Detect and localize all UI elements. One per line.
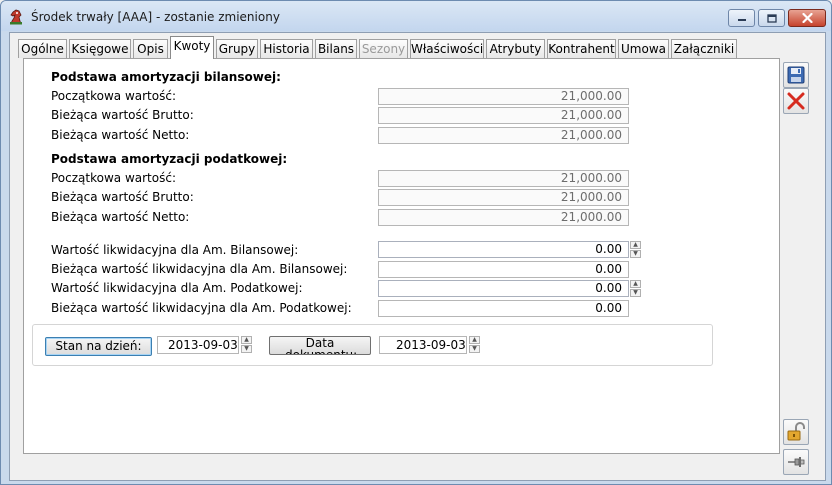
tab-label: Właściwości: [411, 42, 484, 56]
dokument-date-stepper[interactable]: ▲ ▼: [469, 336, 480, 353]
pin-icon: [788, 457, 805, 467]
minimize-button[interactable]: [728, 9, 755, 27]
likwidacyjna-podatkowa-stepper[interactable]: ▲ ▼: [630, 280, 641, 297]
spin-down-icon[interactable]: ▼: [630, 250, 641, 258]
tab-label: Księgowe: [71, 42, 129, 56]
tab-label: Opis: [137, 42, 164, 56]
tab-sezony: Sezony: [359, 39, 408, 58]
tab-label: Załączniki: [673, 42, 735, 56]
save-button[interactable]: [783, 62, 809, 88]
spin-up-icon[interactable]: ▲: [241, 336, 252, 344]
tab-label: Bilans: [317, 42, 355, 56]
likwidacyjna-podatkowa-input[interactable]: 0.00: [378, 280, 629, 297]
padlock-open-icon: [787, 422, 805, 441]
spin-down-icon[interactable]: ▼: [630, 289, 641, 297]
tab-wlasciwosci[interactable]: Właściwości: [410, 39, 484, 58]
tab-opis[interactable]: Opis: [133, 39, 168, 58]
date-group: Stan na dzień: 2013-09-03 ▲ ▼ Data dokum…: [32, 324, 713, 366]
bilansowa-brutto-field[interactable]: 21,000.00: [378, 107, 629, 124]
tab-label: Atrybuty: [489, 42, 542, 56]
field-label: Bieżąca wartość Netto:: [51, 210, 190, 224]
floppy-disk-icon: [787, 66, 805, 84]
close-icon: [789, 10, 825, 26]
section-heading-bilansowa: Podstawa amortyzacji bilansowej:: [51, 70, 281, 84]
field-label: Początkowa wartość:: [51, 171, 176, 185]
pin-button[interactable]: [783, 449, 809, 475]
maximize-button[interactable]: [758, 9, 785, 27]
podatkowa-netto-field[interactable]: 21,000.00: [378, 209, 629, 226]
cancel-button[interactable]: [783, 88, 809, 114]
podatkowa-brutto-field[interactable]: 21,000.00: [378, 189, 629, 206]
button-label: Stan na dzień:: [55, 339, 142, 353]
minimize-icon: [729, 10, 754, 26]
tab-kontrahent[interactable]: Kontrahent: [547, 39, 616, 58]
stan-na-dzien-button[interactable]: Stan na dzień:: [45, 337, 152, 356]
tab-label: Historia: [263, 42, 310, 56]
field-label: Bieżąca wartość likwidacyjna dla Am. Bil…: [51, 262, 348, 276]
field-label: Wartość likwidacyjna dla Am. Podatkowej:: [51, 281, 303, 295]
maximize-icon: [759, 10, 784, 26]
tab-zalaczniki[interactable]: Załączniki: [671, 39, 737, 58]
tab-atrybuty[interactable]: Atrybuty: [486, 39, 545, 58]
main-window: Środek trwały [AAA] - zostanie zmieniony…: [0, 0, 832, 485]
likwidacyjna-bilansowa-stepper[interactable]: ▲ ▼: [630, 241, 641, 258]
tab-label: Umowa: [621, 42, 666, 56]
tab-label: Ogólne: [21, 42, 64, 56]
tab-label: Kontrahent: [548, 42, 615, 56]
dokument-date-input[interactable]: 2013-09-03: [379, 336, 467, 354]
tab-label: Grupy: [218, 42, 256, 56]
likwidacyjna-bilansowa-input[interactable]: 0.00: [378, 241, 629, 258]
biezaca-likwidacyjna-podatkowa-field[interactable]: 0.00: [378, 300, 629, 317]
window-title: Środek trwały [AAA] - zostanie zmieniony: [31, 10, 280, 24]
field-label: Bieżąca wartość Brutto:: [51, 190, 194, 204]
tab-umowa[interactable]: Umowa: [618, 39, 669, 58]
client-area: Ogólne Księgowe Opis Kwoty Grupy Histori…: [9, 32, 826, 481]
spin-up-icon[interactable]: ▲: [469, 336, 480, 344]
button-label: Data dokumentu:: [285, 336, 358, 355]
tab-label: Kwoty: [173, 39, 211, 53]
red-x-icon: [787, 92, 805, 110]
field-label: Bieżąca wartość Brutto:: [51, 108, 194, 122]
bilansowa-poczatkowa-field[interactable]: 21,000.00: [378, 88, 629, 105]
stan-date-stepper[interactable]: ▲ ▼: [241, 336, 252, 353]
podatkowa-poczatkowa-field[interactable]: 21,000.00: [378, 170, 629, 187]
tab-ogolne[interactable]: Ogólne: [18, 39, 67, 58]
spin-up-icon[interactable]: ▲: [630, 241, 641, 249]
tab-label: Sezony: [361, 42, 406, 56]
field-label: Bieżąca wartość Netto:: [51, 128, 190, 142]
close-button[interactable]: [788, 9, 826, 27]
tab-historia[interactable]: Historia: [260, 39, 313, 58]
app-icon: [10, 9, 22, 25]
tab-grupy[interactable]: Grupy: [216, 39, 258, 58]
title-bar[interactable]: Środek trwały [AAA] - zostanie zmieniony: [1, 1, 831, 31]
lock-button[interactable]: [783, 419, 809, 445]
tab-kwoty[interactable]: Kwoty: [170, 36, 214, 59]
spin-down-icon[interactable]: ▼: [469, 345, 480, 353]
tab-ksiegowe[interactable]: Księgowe: [69, 39, 131, 58]
data-dokumentu-button[interactable]: Data dokumentu:: [269, 336, 371, 355]
stan-date-input[interactable]: 2013-09-03: [157, 336, 239, 354]
field-label: Bieżąca wartość likwidacyjna dla Am. Pod…: [51, 301, 352, 315]
field-label: Początkowa wartość:: [51, 89, 176, 103]
biezaca-likwidacyjna-bilansowa-field[interactable]: 0.00: [378, 261, 629, 278]
tab-panel-kwoty: Podstawa amortyzacji bilansowej: Początk…: [23, 58, 780, 454]
field-label: Wartość likwidacyjna dla Am. Bilansowej:: [51, 243, 299, 257]
spin-down-icon[interactable]: ▼: [241, 345, 252, 353]
tab-bilans[interactable]: Bilans: [315, 39, 357, 58]
bilansowa-netto-field[interactable]: 21,000.00: [378, 127, 629, 144]
section-heading-podatkowa: Podstawa amortyzacji podatkowej:: [51, 152, 288, 166]
spin-up-icon[interactable]: ▲: [630, 280, 641, 288]
